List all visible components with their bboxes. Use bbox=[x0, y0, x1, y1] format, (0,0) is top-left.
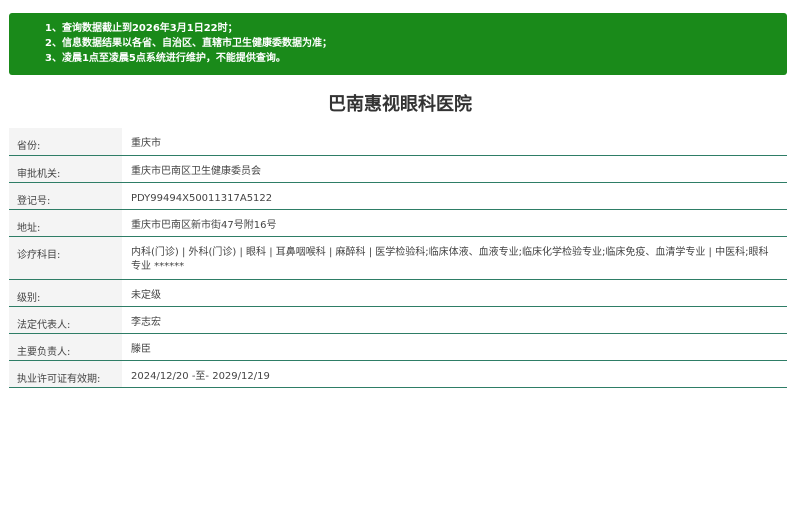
row-value-province: 重庆市 bbox=[122, 128, 787, 156]
hospital-info-table: 省份: 重庆市 审批机关: 重庆市巴南区卫生健康委员会 登记号: PDY9949… bbox=[9, 128, 787, 388]
table-row-principal: 主要负责人: 滕臣 bbox=[9, 333, 787, 361]
table-row-departments: 诊疗科目: 内科(门诊) | 外科(门诊) | 眼科 | 耳鼻咽喉科 | 麻醉科… bbox=[9, 236, 787, 280]
row-value-license-validity: 2024/12/20 -至- 2029/12/19 bbox=[122, 360, 787, 388]
notice-banner: 1、查询数据截止到2026年3月1日22时； 2、信息数据结果以各省、自治区、直… bbox=[9, 13, 787, 75]
notice-line-1: 1、查询数据截止到2026年3月1日22时； bbox=[45, 23, 238, 34]
table-row-address: 地址: 重庆市巴南区新市街47号附16号 bbox=[9, 209, 787, 237]
row-label-province: 省份: bbox=[9, 128, 122, 156]
row-label-principal: 主要负责人: bbox=[9, 333, 122, 361]
row-value-level: 未定级 bbox=[122, 279, 787, 307]
row-value-principal: 滕臣 bbox=[122, 333, 787, 361]
table-row-license-validity: 执业许可证有效期: 2024/12/20 -至- 2029/12/19 bbox=[9, 360, 787, 388]
notice-line-3: 3、凌晨1点至凌晨5点系统进行维护，不能提供查询。 bbox=[45, 53, 286, 64]
row-label-legal-representative: 法定代表人: bbox=[9, 306, 122, 334]
row-label-registration-number: 登记号: bbox=[9, 182, 122, 210]
row-label-departments: 诊疗科目: bbox=[9, 236, 122, 280]
table-row-level: 级别: 未定级 bbox=[9, 279, 787, 307]
row-value-address: 重庆市巴南区新市街47号附16号 bbox=[122, 209, 787, 237]
row-label-approval-authority: 审批机关: bbox=[9, 155, 122, 183]
row-label-level: 级别: bbox=[9, 279, 122, 307]
row-label-license-validity: 执业许可证有效期: bbox=[9, 360, 122, 388]
notice-line-2: 2、信息数据结果以各省、自治区、直辖市卫生健康委数据为准； bbox=[45, 38, 332, 49]
page-title: 巴南惠视眼科医院 bbox=[328, 94, 472, 115]
row-value-registration-number: PDY99494X50011317A5122 bbox=[122, 182, 787, 210]
row-value-legal-representative: 李志宏 bbox=[122, 306, 787, 334]
row-value-approval-authority: 重庆市巴南区卫生健康委员会 bbox=[122, 155, 787, 183]
table-row-registration-number: 登记号: PDY99494X50011317A5122 bbox=[9, 182, 787, 210]
table-row-legal-representative: 法定代表人: 李志宏 bbox=[9, 306, 787, 334]
table-row-approval-authority: 审批机关: 重庆市巴南区卫生健康委员会 bbox=[9, 155, 787, 183]
row-label-address: 地址: bbox=[9, 209, 122, 237]
row-value-departments: 内科(门诊) | 外科(门诊) | 眼科 | 耳鼻咽喉科 | 麻醉科 | 医学检… bbox=[122, 236, 787, 280]
table-row-province: 省份: 重庆市 bbox=[9, 128, 787, 156]
